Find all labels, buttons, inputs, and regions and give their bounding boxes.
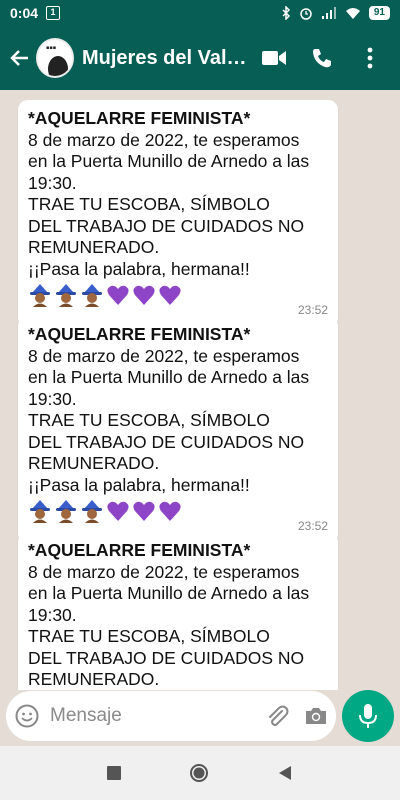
more-options-button[interactable] [348,36,392,80]
message-input[interactable] [50,705,220,727]
home-icon[interactable] [189,763,209,783]
back-arrow-icon [10,50,28,66]
back-nav-icon[interactable] [277,765,293,781]
message-line: *AQUELARRE FEMINISTA* [28,108,251,128]
notification-icon: 1 [46,6,61,20]
message-line: en la Puerta Munillo de Arnedo a las [28,367,310,387]
camera-icon[interactable] [304,705,328,727]
paperclip-icon[interactable] [264,703,290,729]
recent-apps-icon[interactable] [107,766,121,780]
chat-header: ▪▪▪ Mujeres del Valle... [0,26,400,90]
purple-heart-emoji [107,285,129,305]
message-line: 8 de marzo de 2022, te esperamos [28,561,300,582]
status-bar: 0:04 1 91 [0,0,400,26]
message-line: en la Puerta Munillo de Arnedo a las [28,151,310,171]
group-avatar[interactable]: ▪▪▪ [36,38,74,78]
woman-mage-emoji [56,500,76,523]
signal-icon [321,7,336,19]
woman-mage-emoji [56,284,76,307]
message-line: REMUNERADO. [28,669,160,689]
message-line: ¡¡Pasa la palabra, hermana!! [28,258,250,279]
message-line: DEL TRABAJO DE CUIDADOS NO [28,647,305,668]
purple-heart-emoji [107,501,129,521]
message-line: 8 de marzo de 2022, te esperamos [28,345,300,366]
message-bubble[interactable]: *AQUELARRE FEMINISTA* 8 de marzo de 2022… [18,532,338,690]
purple-heart-emoji [159,501,181,521]
more-vert-icon [367,47,373,69]
message-bubble[interactable]: *AQUELARRE FEMINISTA* 8 de marzo de 2022… [18,316,338,544]
mic-icon [359,704,377,728]
battery-indicator: 91 [368,6,390,20]
message-bubble[interactable]: *AQUELARRE FEMINISTA* 8 de marzo de 2022… [18,100,338,328]
message-line: TRAE TU ESCOBA, SÍMBOLO [28,194,270,214]
message-line: 19:30. [28,172,77,193]
message-line: TRAE TU ESCOBA, SÍMBOLO [28,410,270,430]
emoji-icon[interactable] [14,703,40,729]
message-line: en la Puerta Munillo de Arnedo a las [28,583,310,603]
woman-mage-emoji [82,284,102,307]
message-line: *AQUELARRE FEMINISTA* [28,324,251,344]
message-line: REMUNERADO. [28,237,160,257]
message-line: DEL TRABAJO DE CUIDADOS NO [28,215,305,236]
purple-heart-emoji [133,501,155,521]
message-line: ¡¡Pasa la palabra, hermana!! [28,474,250,495]
message-line: 19:30. [28,388,77,409]
back-button[interactable] [2,38,36,78]
message-line: 8 de marzo de 2022, te esperamos [28,129,300,150]
message-composer [6,691,336,741]
message-line: 19:30. [28,604,77,625]
message-line: REMUNERADO. [28,453,160,473]
woman-mage-emoji [30,284,50,307]
chat-title[interactable]: Mujeres del Valle... [82,47,252,70]
message-line: *AQUELARRE FEMINISTA* [28,540,251,560]
bluetooth-icon [282,6,290,20]
chat-area[interactable]: *AQUELARRE FEMINISTA* 8 de marzo de 2022… [0,90,400,690]
purple-heart-emoji [133,285,155,305]
avatar-figure [48,56,68,76]
purple-heart-emoji [159,285,181,305]
woman-mage-emoji [82,500,102,523]
wifi-icon [345,8,360,19]
video-call-button[interactable] [252,36,296,80]
message-line: TRAE TU ESCOBA, SÍMBOLO [28,626,270,646]
phone-icon [313,49,331,68]
message-line: DEL TRABAJO DE CUIDADOS NO [28,431,305,452]
alarm-icon [300,8,312,20]
status-time: 0:04 [10,5,39,21]
video-call-icon [262,51,286,65]
woman-mage-emoji [30,500,50,523]
system-navigation-bar [0,746,400,800]
voice-call-button[interactable] [300,36,344,80]
status-icons: 91 [281,6,390,20]
avatar-art: ▪▪▪ [46,45,57,51]
voice-message-button[interactable] [342,690,394,742]
